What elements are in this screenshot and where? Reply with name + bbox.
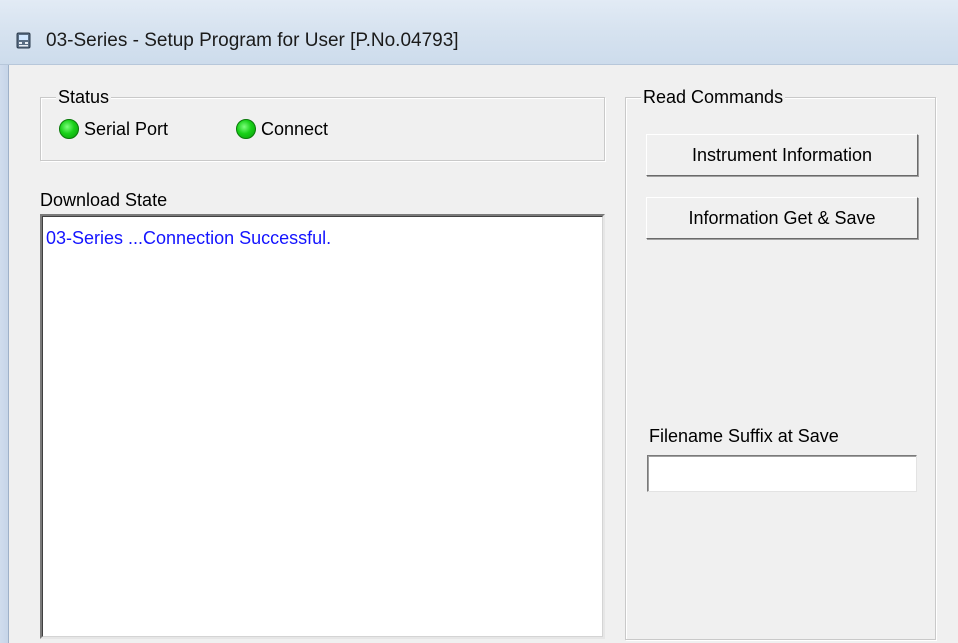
- information-get-save-button[interactable]: Information Get & Save: [646, 197, 918, 239]
- main-window: 03-Series - Setup Program for User [P.No…: [0, 0, 958, 643]
- serial-port-status-led: [59, 119, 79, 139]
- log-line: 03-Series ...Connection Successful.: [46, 228, 332, 248]
- read-commands-group-title: Read Commands: [641, 85, 786, 109]
- window-left-border: [0, 65, 9, 643]
- serial-port-status-label: Serial Port: [84, 119, 169, 139]
- status-group: Status Serial Port Connect: [40, 85, 605, 161]
- download-state-log-frame: [42, 216, 603, 637]
- read-commands-group: Read Commands Instrument Information Inf…: [625, 85, 936, 640]
- instrument-information-button[interactable]: Instrument Information: [646, 134, 918, 176]
- connect-status-label: Connect: [261, 119, 329, 139]
- download-state-label: Download State: [40, 190, 168, 210]
- window-title: 03-Series - Setup Program for User [P.No…: [46, 30, 459, 51]
- client-area: Status Serial Port Connect Download Stat…: [9, 65, 958, 643]
- filename-suffix-label: Filename Suffix at Save: [649, 426, 839, 446]
- status-group-title: Status: [56, 85, 112, 109]
- download-state-log[interactable]: 03-Series ...Connection Successful.: [40, 214, 605, 639]
- connect-status-led: [236, 119, 256, 139]
- title-bar[interactable]: 03-Series - Setup Program for User [P.No…: [0, 0, 958, 65]
- filename-suffix-input[interactable]: [647, 455, 917, 492]
- instrument-app-icon: [16, 32, 31, 49]
